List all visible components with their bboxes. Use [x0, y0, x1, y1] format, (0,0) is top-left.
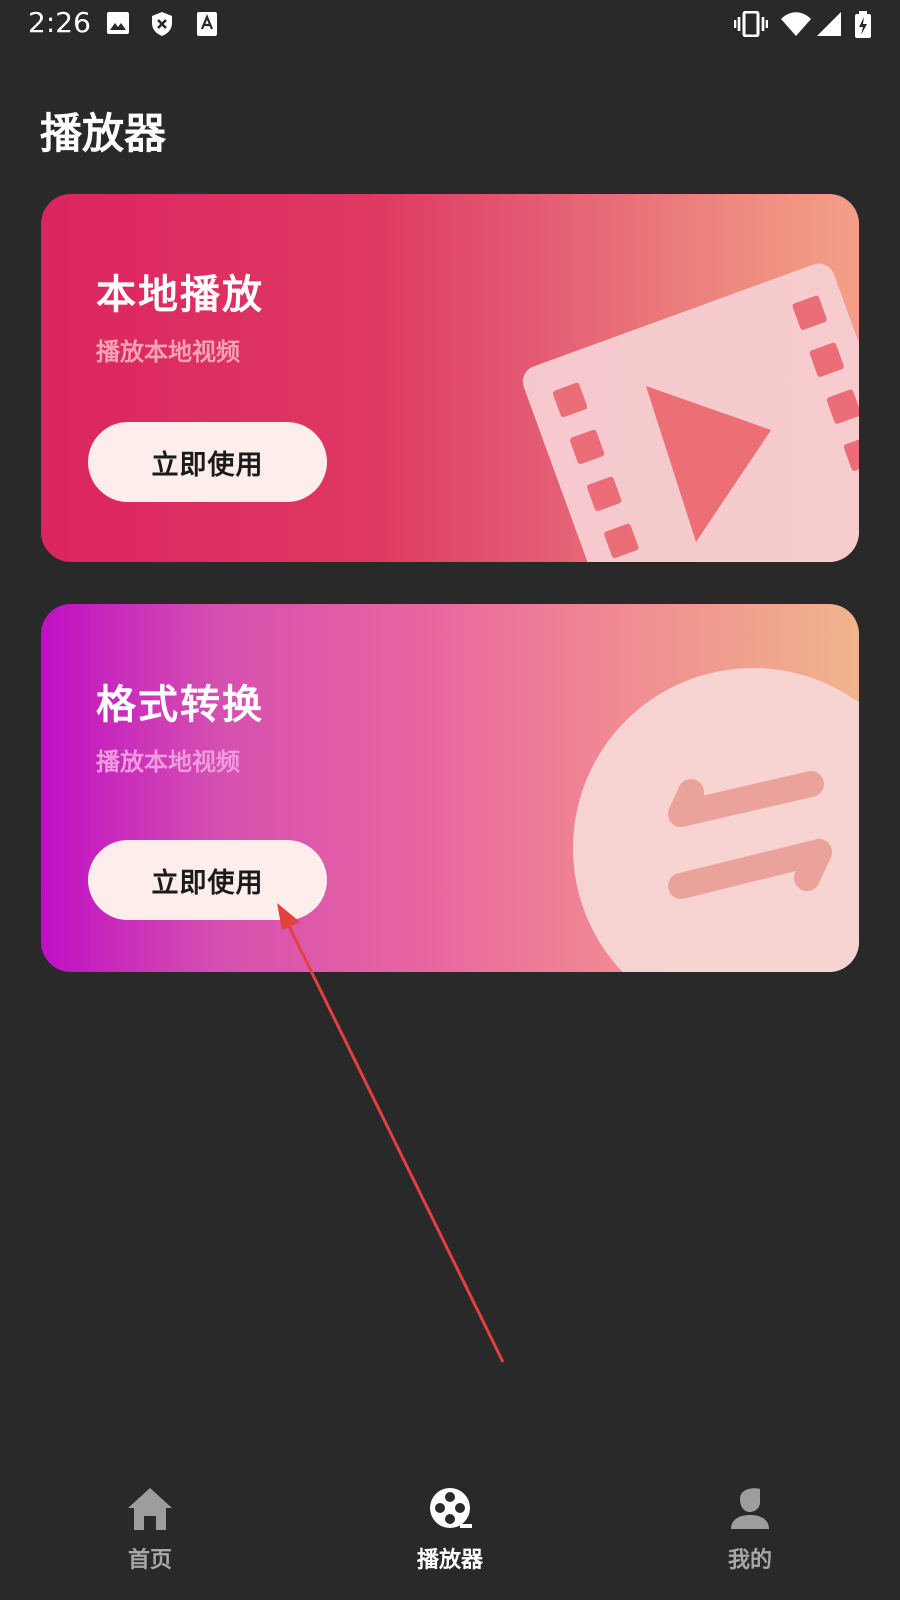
- card-title: 本地播放: [96, 272, 264, 318]
- nav-label: 我的: [727, 1548, 772, 1573]
- battery-charging-icon: [855, 11, 871, 38]
- nav-label: 播放器: [416, 1548, 483, 1573]
- page-title: 播放器: [40, 109, 167, 158]
- bottom-nav: 首页 播放器 我的: [0, 1460, 900, 1600]
- card-subtitle: 播放本地视频: [96, 338, 240, 366]
- vibrate-icon: [734, 11, 768, 37]
- wifi-icon: [781, 12, 811, 36]
- nav-item-mine[interactable]: 我的: [600, 1460, 900, 1600]
- nav-item-home[interactable]: 首页: [0, 1460, 300, 1600]
- user-icon: [731, 1488, 769, 1529]
- film-play-icon: [522, 263, 859, 562]
- player-screen: 2:26 播放器 本地播放 播放本地视频 立即使用 格式转换 播放本地视频 立即…: [0, 0, 900, 1600]
- home-icon: [128, 1488, 172, 1530]
- nav-item-player[interactable]: 播放器: [300, 1460, 600, 1600]
- local-playback-card[interactable]: 本地播放 播放本地视频 立即使用: [41, 194, 859, 562]
- format-conversion-card[interactable]: 格式转换 播放本地视频 立即使用: [41, 604, 859, 972]
- film-reel-icon: [430, 1488, 472, 1528]
- status-bar: 2:26: [0, 0, 900, 48]
- font-a-icon: [197, 12, 217, 36]
- card-title: 格式转换: [96, 682, 264, 728]
- image-icon: [107, 12, 129, 34]
- nav-label: 首页: [127, 1548, 172, 1573]
- card-subtitle: 播放本地视频: [96, 748, 240, 776]
- use-now-button[interactable]: 立即使用: [88, 422, 327, 502]
- status-time: 2:26: [28, 6, 91, 39]
- use-now-button[interactable]: 立即使用: [88, 840, 327, 920]
- shield-x-icon: [152, 12, 172, 36]
- signal-icon: [817, 12, 841, 36]
